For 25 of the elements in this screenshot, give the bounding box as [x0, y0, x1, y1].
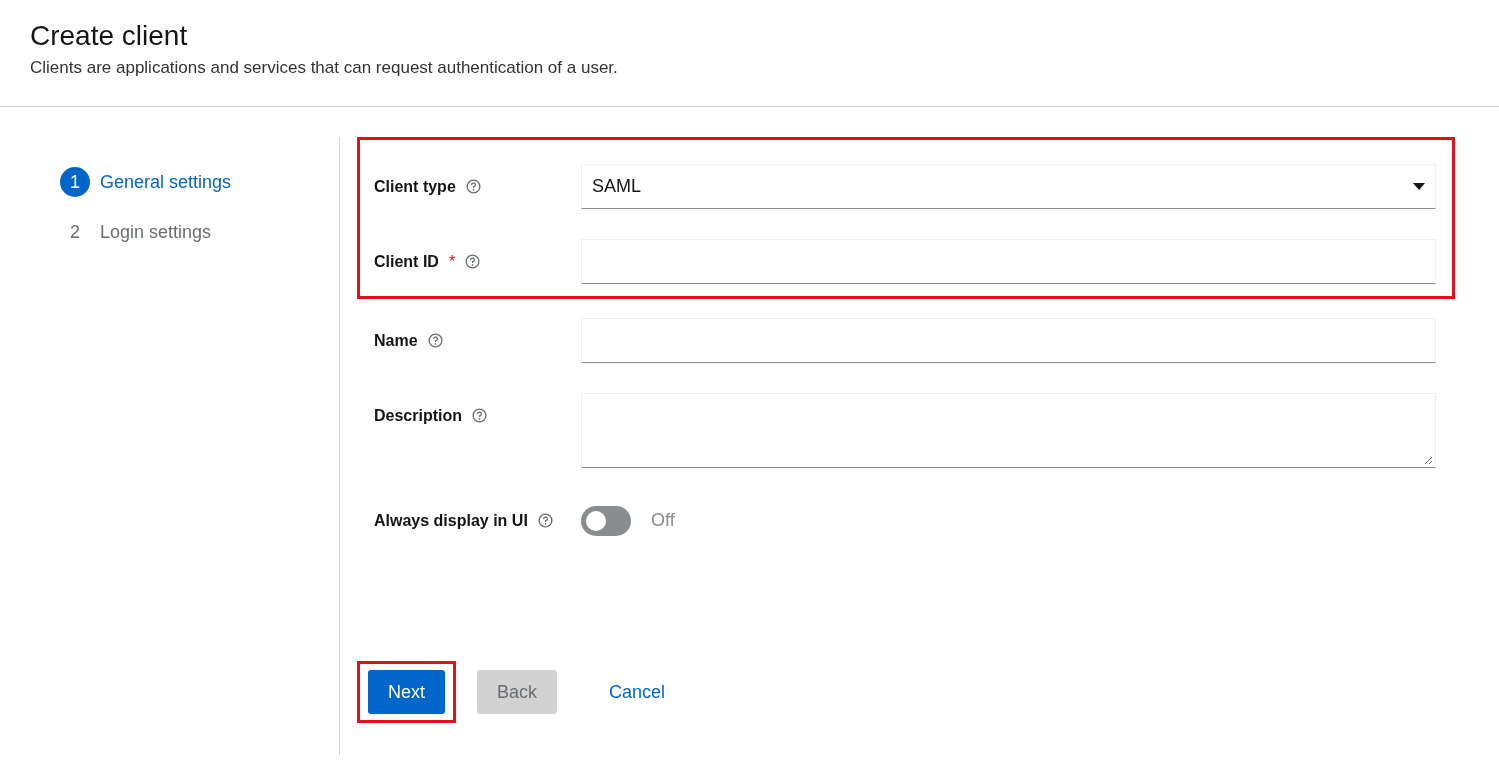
- toggle-switch[interactable]: [581, 505, 631, 536]
- help-icon[interactable]: [427, 333, 443, 348]
- input-field[interactable]: [581, 239, 1436, 284]
- help-icon[interactable]: [465, 254, 481, 269]
- caret-icon: [1413, 182, 1425, 191]
- help-icon[interactable]: [537, 513, 553, 528]
- resize-grip-icon[interactable]: [1424, 456, 1433, 465]
- cancel-link[interactable]: Cancel: [589, 670, 686, 714]
- page-subtitle: Clients are applications and services that can request authentication of a user.: [30, 58, 619, 78]
- required-mark: *: [448, 252, 456, 271]
- field-label: Client ID: [374, 252, 439, 271]
- page-title: Create client: [30, 20, 189, 52]
- wizard-button[interactable]: Next: [368, 670, 445, 714]
- select-field[interactable]: SAML: [581, 164, 1436, 209]
- field-label: Name: [374, 331, 418, 350]
- input-field[interactable]: [581, 318, 1436, 363]
- help-icon[interactable]: [472, 408, 487, 423]
- wizard-step[interactable]: 2 Login settings: [60, 217, 212, 247]
- wizard-step[interactable]: 1 General settings: [60, 167, 232, 197]
- field-label: Always display in UI: [374, 511, 528, 530]
- textarea-field[interactable]: [581, 393, 1436, 468]
- field-label: Client type: [374, 177, 456, 196]
- switch-state-label: Off: [651, 510, 675, 531]
- field-label: Description: [374, 406, 462, 425]
- help-icon[interactable]: [465, 179, 481, 194]
